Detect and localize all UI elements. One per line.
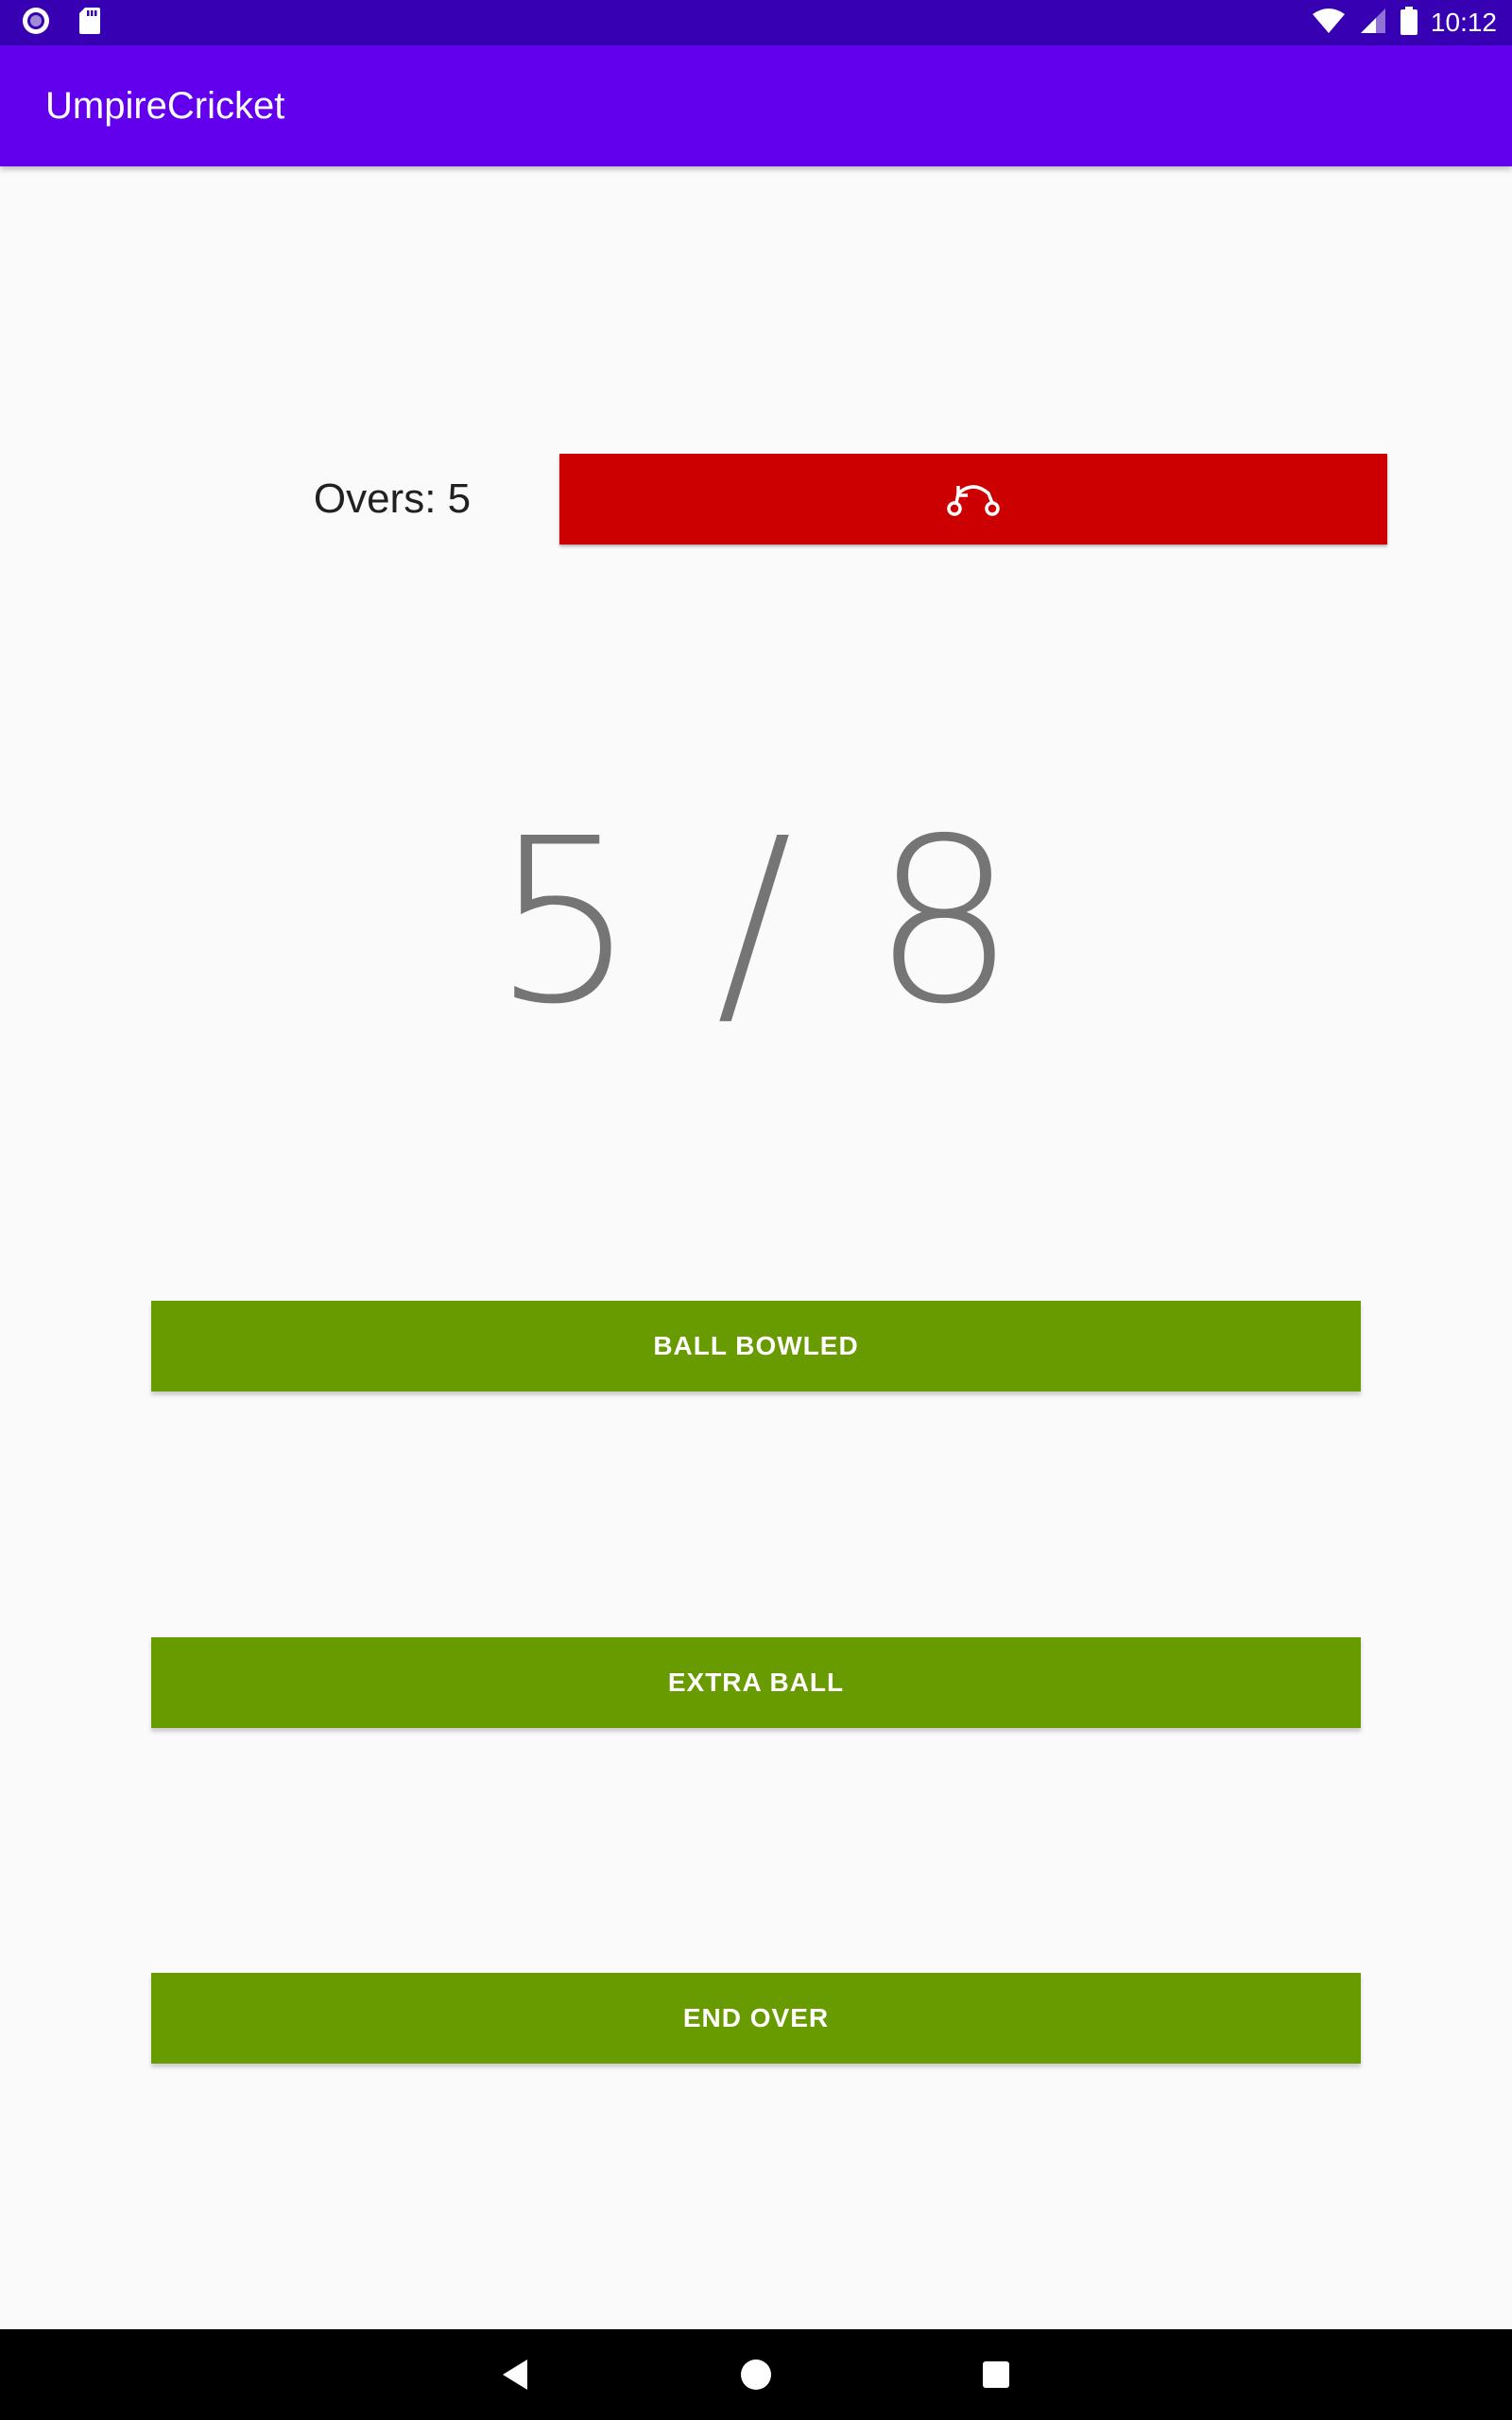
- recents-icon[interactable]: [970, 2348, 1022, 2401]
- extra-ball-button[interactable]: EXTRA BALL: [151, 1637, 1361, 1728]
- status-bar: 10:12: [0, 0, 1512, 45]
- navigation-bar: [0, 2329, 1512, 2420]
- status-right-icons: 10:12: [1312, 0, 1497, 45]
- app-title: UmpireCricket: [45, 85, 285, 127]
- back-icon[interactable]: [490, 2348, 542, 2401]
- cell-signal-icon: [1359, 7, 1387, 40]
- end-over-button[interactable]: END OVER: [151, 1973, 1361, 2064]
- status-time: 10:12: [1430, 8, 1497, 37]
- battery-icon: [1400, 6, 1418, 40]
- wifi-icon: [1312, 7, 1346, 40]
- home-icon[interactable]: [730, 2348, 782, 2401]
- app-bar: UmpireCricket: [0, 45, 1512, 166]
- undo-route-icon: [945, 476, 1002, 523]
- status-left-icons: [21, 6, 102, 41]
- score-display: 5 / 8: [491, 789, 1021, 1054]
- sd-card-icon: [77, 6, 102, 41]
- overs-label: Overs: 5: [313, 475, 472, 522]
- notification-app-icon: [21, 6, 51, 41]
- ball-bowled-button[interactable]: BALL BOWLED: [151, 1301, 1361, 1392]
- undo-button[interactable]: [559, 454, 1387, 544]
